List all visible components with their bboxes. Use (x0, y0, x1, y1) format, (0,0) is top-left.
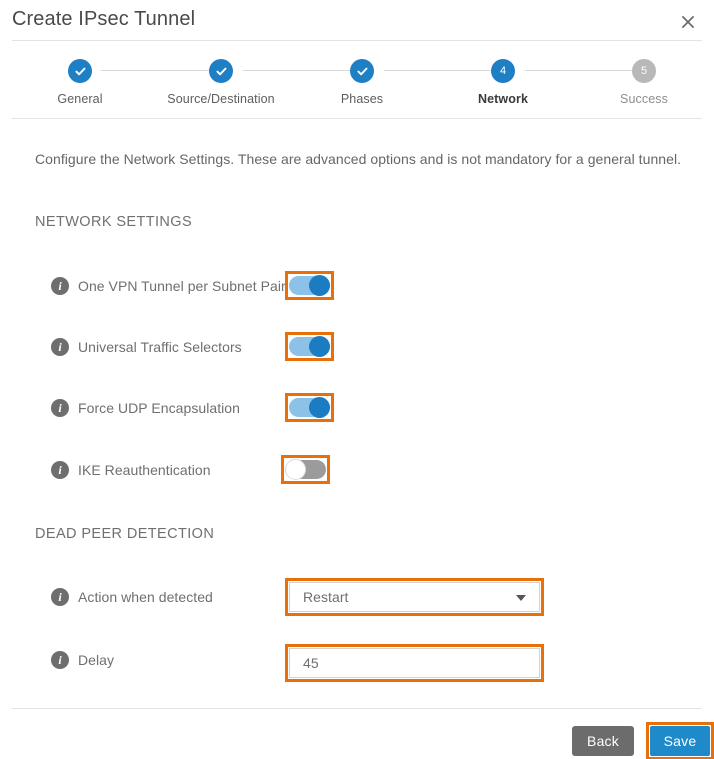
close-icon[interactable] (674, 8, 702, 36)
intro-text: Configure the Network Settings. These ar… (35, 151, 682, 167)
row-label: IKE Reauthentication (78, 462, 211, 478)
row-label: Force UDP Encapsulation (78, 400, 240, 416)
row-label-group: i Action when detected (51, 582, 213, 612)
info-icon[interactable]: i (51, 399, 69, 417)
wizard-stepper: General Source/Destination Phases 4 Netw… (0, 41, 714, 118)
row-label-group: i One VPN Tunnel per Subnet Pair (51, 271, 286, 301)
toggle-ike-reauthentication[interactable] (285, 459, 326, 480)
step-check-icon (68, 59, 92, 83)
action-when-detected-select[interactable]: Restart (289, 582, 540, 612)
row-label-group: i Force UDP Encapsulation (51, 393, 240, 423)
toggle-knob (309, 397, 330, 418)
stepper-connector (243, 70, 360, 71)
info-icon[interactable]: i (51, 461, 69, 479)
row-universal-traffic-selectors: i Universal Traffic Selectors (0, 332, 714, 362)
stepper-step-source-destination[interactable]: Source/Destination (150, 41, 292, 118)
info-icon[interactable]: i (51, 651, 69, 669)
stepper-label-phases: Phases (340, 92, 384, 106)
dialog-header: Create IPsec Tunnel (0, 0, 714, 41)
step-check-icon (350, 59, 374, 83)
stepper-step-general[interactable]: General (9, 41, 151, 118)
row-label: One VPN Tunnel per Subnet Pair (78, 278, 286, 294)
row-label: Delay (78, 652, 115, 668)
row-one-vpn-tunnel-per-subnet-pair: i One VPN Tunnel per Subnet Pair (0, 271, 714, 301)
info-icon[interactable]: i (51, 338, 69, 356)
row-ike-reauthentication: i IKE Reauthentication (0, 455, 714, 485)
toggle-force-udp-encapsulation[interactable] (289, 397, 330, 418)
delay-input[interactable]: 45 (289, 648, 540, 678)
toggle-knob (309, 336, 330, 357)
stepper-label-network: Network (477, 92, 529, 106)
row-force-udp-encapsulation: i Force UDP Encapsulation (0, 393, 714, 423)
footer-divider (12, 708, 702, 709)
row-label: Universal Traffic Selectors (78, 339, 242, 355)
chevron-down-icon (516, 595, 526, 601)
toggle-knob (285, 459, 306, 480)
step-number-badge: 4 (491, 59, 515, 83)
stepper-label-general: General (57, 92, 103, 106)
stepper-step-network[interactable]: 4 Network (432, 41, 574, 118)
row-label-group: i Delay (51, 645, 114, 675)
row-label-group: i Universal Traffic Selectors (51, 332, 242, 362)
info-icon[interactable]: i (51, 588, 69, 606)
page-title: Create IPsec Tunnel (12, 8, 196, 30)
stepper-step-phases[interactable]: Phases (291, 41, 433, 118)
stepper-step-success[interactable]: 5 Success (573, 41, 714, 118)
step-check-icon (209, 59, 233, 83)
dead-peer-detection-heading: DEAD PEER DETECTION (35, 526, 215, 542)
stepper-connector (525, 70, 642, 71)
row-label-group: i IKE Reauthentication (51, 455, 211, 485)
select-value: Restart (303, 589, 349, 605)
stepper-divider (12, 118, 702, 119)
save-button[interactable]: Save (650, 726, 710, 756)
back-button[interactable]: Back (572, 726, 634, 756)
stepper-connector (384, 70, 501, 71)
toggle-knob (309, 275, 330, 296)
toggle-universal-traffic-selectors[interactable] (289, 336, 330, 357)
stepper-connector (101, 70, 218, 71)
create-ipsec-tunnel-dialog: Create IPsec Tunnel General Source/Desti… (0, 0, 714, 759)
toggle-one-vpn-tunnel-per-subnet-pair[interactable] (289, 275, 330, 296)
input-value: 45 (303, 655, 319, 671)
info-icon[interactable]: i (51, 277, 69, 295)
network-settings-heading: NETWORK SETTINGS (35, 214, 193, 230)
stepper-label-source-destination: Source/Destination (167, 92, 275, 106)
step-number-badge: 5 (632, 59, 656, 83)
stepper-label-success: Success (620, 92, 668, 106)
row-label: Action when detected (78, 589, 213, 605)
